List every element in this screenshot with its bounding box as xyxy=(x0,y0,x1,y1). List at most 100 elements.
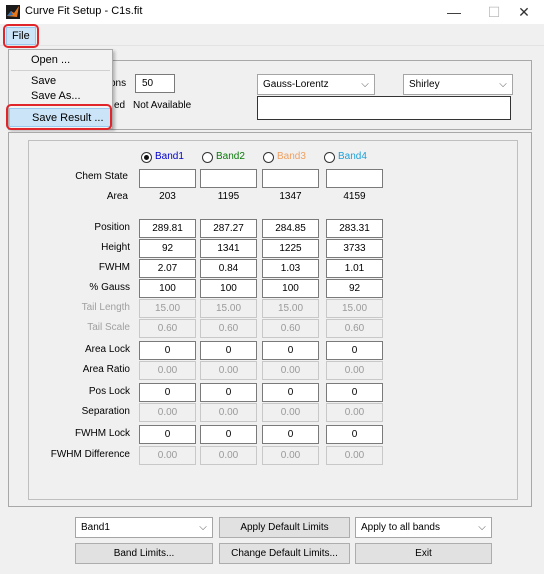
position-field[interactable]: 284.85 xyxy=(262,219,319,238)
fwhm-lock-field[interactable]: 0 xyxy=(139,425,196,444)
height-label: Height xyxy=(101,242,130,253)
tail-length-field: 15.00 xyxy=(139,299,196,318)
fwhm-field[interactable]: 2.07 xyxy=(139,259,196,278)
separation-field: 0.00 xyxy=(139,403,196,422)
menu-item-save[interactable]: Save xyxy=(9,72,112,90)
lineshape-value: Gauss-Lorentz xyxy=(263,79,329,90)
apply-default-limits-button[interactable]: Apply Default Limits xyxy=(219,517,350,538)
position-field[interactable]: 283.31 xyxy=(326,219,383,238)
gauss-label: % Gauss xyxy=(89,282,130,293)
pos-lock-field[interactable]: 0 xyxy=(262,383,319,402)
fwhm-lock-field[interactable]: 0 xyxy=(200,425,257,444)
chem-state-field[interactable] xyxy=(139,169,196,188)
area-ratio-field: 0.00 xyxy=(326,361,383,380)
chevron-down-icon: ⌵ xyxy=(478,522,486,533)
area-ratio-field: 0.00 xyxy=(200,361,257,380)
separation-field: 0.00 xyxy=(326,403,383,422)
chevron-down-icon: ⌵ xyxy=(199,522,207,533)
position-label: Position xyxy=(94,222,130,233)
apply-to-select[interactable]: Apply to all bands ⌵ xyxy=(355,517,492,538)
tail-length-label: Tail Length xyxy=(81,302,130,313)
chevron-down-icon: ⌵ xyxy=(361,79,369,90)
band3-label: Band3 xyxy=(277,151,306,162)
area-lock-field[interactable]: 0 xyxy=(200,341,257,360)
height-field[interactable]: 1341 xyxy=(200,239,257,258)
band-limits-button[interactable]: Band Limits... xyxy=(75,543,213,564)
fwhm-field[interactable]: 1.03 xyxy=(262,259,319,278)
fwhm-label: FWHM xyxy=(98,262,130,273)
area-value: 203 xyxy=(159,191,176,202)
pos-lock-label: Pos Lock xyxy=(88,386,130,397)
gauss-field[interactable]: 100 xyxy=(262,279,319,298)
chem-state-field[interactable] xyxy=(200,169,257,188)
band-select[interactable]: Band1 ⌵ xyxy=(75,517,213,538)
height-field[interactable]: 1225 xyxy=(262,239,319,258)
pos-lock-field[interactable]: 0 xyxy=(139,383,196,402)
band1-label: Band1 xyxy=(155,151,184,162)
fwhm-difference-label: FWHM Difference xyxy=(50,449,130,460)
position-field[interactable]: 287.27 xyxy=(200,219,257,238)
pos-lock-field[interactable]: 0 xyxy=(200,383,257,402)
band2-radio[interactable] xyxy=(202,152,213,163)
gauss-field[interactable]: 100 xyxy=(139,279,196,298)
band2-label: Band2 xyxy=(216,151,245,162)
file-menu-highlight xyxy=(3,24,39,48)
tail-scale-field: 0.60 xyxy=(326,319,383,338)
band1-radio[interactable] xyxy=(141,152,152,163)
band4-radio[interactable] xyxy=(324,152,335,163)
area-value: 4159 xyxy=(343,191,366,202)
gauss-field[interactable]: 100 xyxy=(200,279,257,298)
fwhm-lock-field[interactable]: 0 xyxy=(262,425,319,444)
separation-label: Separation xyxy=(81,406,130,417)
fwhm-difference-field: 0.00 xyxy=(262,446,319,465)
fwhm-difference-field: 0.00 xyxy=(139,446,196,465)
fwhm-difference-field: 0.00 xyxy=(200,446,257,465)
chem-state-field[interactable] xyxy=(326,169,383,188)
close-button[interactable]: ✕ xyxy=(504,2,544,22)
area-lock-field[interactable]: 0 xyxy=(139,341,196,360)
menu-item-open[interactable]: Open ... xyxy=(9,51,112,69)
iterations-field[interactable]: 50 xyxy=(135,74,175,93)
area-lock-label: Area Lock xyxy=(84,344,130,355)
fwhm-field[interactable]: 1.01 xyxy=(326,259,383,278)
tail-length-field: 15.00 xyxy=(200,299,257,318)
apply-to-value: Apply to all bands xyxy=(361,522,440,533)
pos-lock-field[interactable]: 0 xyxy=(326,383,383,402)
change-default-limits-button[interactable]: Change Default Limits... xyxy=(219,543,350,564)
band4-label: Band4 xyxy=(338,151,367,162)
band-select-value: Band1 xyxy=(81,522,110,533)
menu-item-save-as[interactable]: Save As... xyxy=(9,89,112,103)
matlab-app-icon xyxy=(6,5,20,19)
info-field[interactable] xyxy=(257,96,511,120)
position-field[interactable]: 289.81 xyxy=(139,219,196,238)
separation-field: 0.00 xyxy=(200,403,257,422)
chem-state-label: Chem State xyxy=(75,171,128,182)
band3-radio[interactable] xyxy=(263,152,274,163)
tail-length-field: 15.00 xyxy=(326,299,383,318)
tail-scale-field: 0.60 xyxy=(139,319,196,338)
fit-status-value: Not Available xyxy=(133,100,192,111)
fit-status-label: ed xyxy=(114,100,126,111)
background-select[interactable]: Shirley ⌵ xyxy=(403,74,513,95)
tail-length-field: 15.00 xyxy=(262,299,319,318)
lineshape-select[interactable]: Gauss-Lorentz ⌵ xyxy=(257,74,375,95)
chem-state-field[interactable] xyxy=(262,169,319,188)
gauss-field[interactable]: 92 xyxy=(326,279,383,298)
area-lock-field[interactable]: 0 xyxy=(262,341,319,360)
fwhm-field[interactable]: 0.84 xyxy=(200,259,257,278)
window-title: Curve Fit Setup - C1s.fit xyxy=(25,5,143,17)
menu-bar xyxy=(0,24,544,46)
exit-button[interactable]: Exit xyxy=(355,543,492,564)
area-lock-field[interactable]: 0 xyxy=(326,341,383,360)
fwhm-difference-field: 0.00 xyxy=(326,446,383,465)
chevron-down-icon: ⌵ xyxy=(499,79,507,90)
height-field[interactable]: 3733 xyxy=(326,239,383,258)
minimize-button[interactable]: — xyxy=(434,2,474,22)
menu-separator xyxy=(11,70,110,71)
separation-field: 0.00 xyxy=(262,403,319,422)
area-value: 1347 xyxy=(279,191,302,202)
height-field[interactable]: 92 xyxy=(139,239,196,258)
fwhm-lock-label: FWHM Lock xyxy=(75,428,130,439)
area-label: Area xyxy=(106,191,128,202)
fwhm-lock-field[interactable]: 0 xyxy=(326,425,383,444)
